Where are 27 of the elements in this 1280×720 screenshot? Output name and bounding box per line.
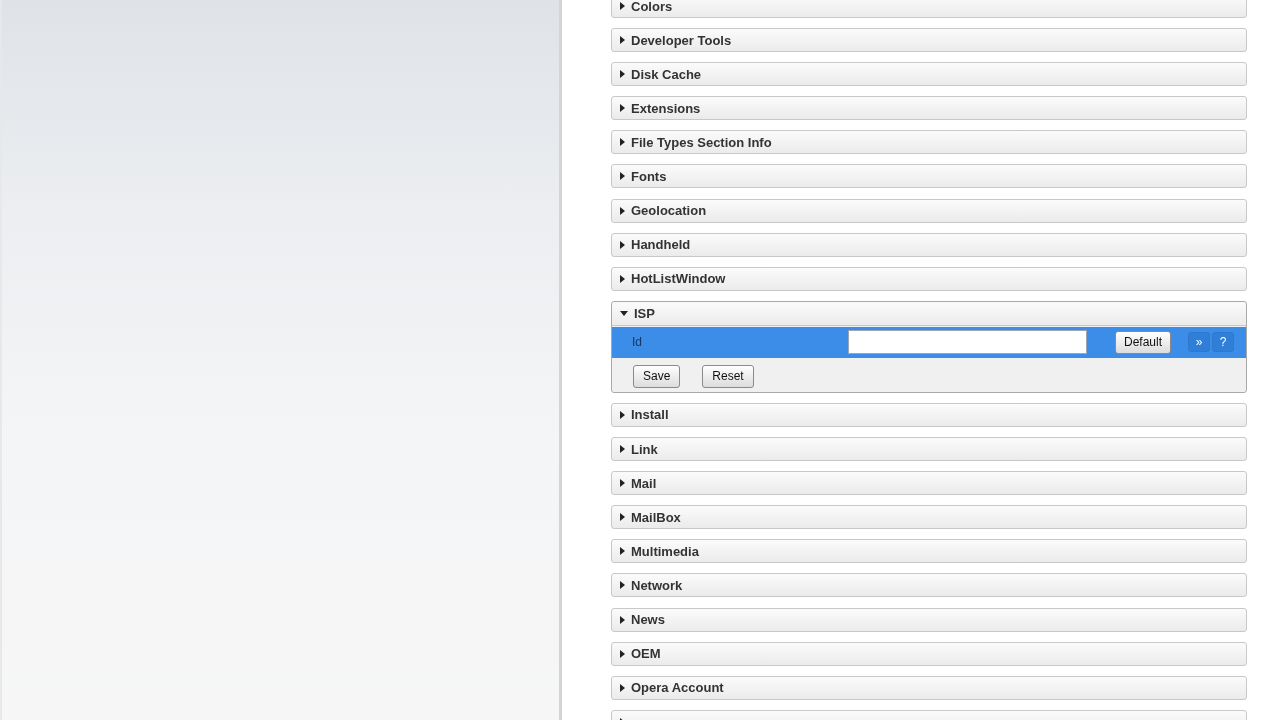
default-button[interactable]: Default	[1115, 330, 1171, 354]
section-header[interactable]: Colors	[611, 0, 1247, 18]
section-header[interactable]: Link	[611, 437, 1247, 462]
more-button[interactable]: »	[1188, 332, 1210, 353]
section-header[interactable]: Geolocation	[611, 198, 1247, 223]
section-header[interactable]: Extensions	[611, 96, 1247, 121]
reset-button[interactable]: Reset	[702, 364, 754, 388]
section-header[interactable]: ISP	[612, 301, 1246, 326]
section-header[interactable]: HotListWindow	[611, 266, 1247, 291]
section-header[interactable]: Network	[611, 573, 1247, 598]
section-header[interactable]: Handheld	[611, 232, 1247, 257]
section-header[interactable]: News	[611, 607, 1247, 632]
section-header[interactable]: Fonts	[611, 164, 1247, 189]
help-button[interactable]: ?	[1212, 332, 1234, 353]
setting-row[interactable]: Id Default » ?	[612, 326, 1246, 358]
section-header[interactable]: File Types Section Info	[611, 130, 1247, 155]
input-field[interactable]	[848, 330, 1087, 355]
section-header[interactable]: Multimedia	[611, 539, 1247, 564]
section-header[interactable]: OEM	[611, 641, 1247, 666]
section-header[interactable]: Mail	[611, 471, 1247, 496]
setting-label: Id	[632, 335, 642, 350]
section-header[interactable]: MailBox	[611, 505, 1247, 530]
section-header[interactable]: Opera Account	[611, 675, 1247, 700]
section-header[interactable]: Install	[611, 402, 1247, 427]
section-header[interactable]: Disk Cache	[611, 62, 1247, 87]
section-header[interactable]: Developer Tools	[611, 28, 1247, 53]
save-button[interactable]: Save	[633, 364, 681, 388]
